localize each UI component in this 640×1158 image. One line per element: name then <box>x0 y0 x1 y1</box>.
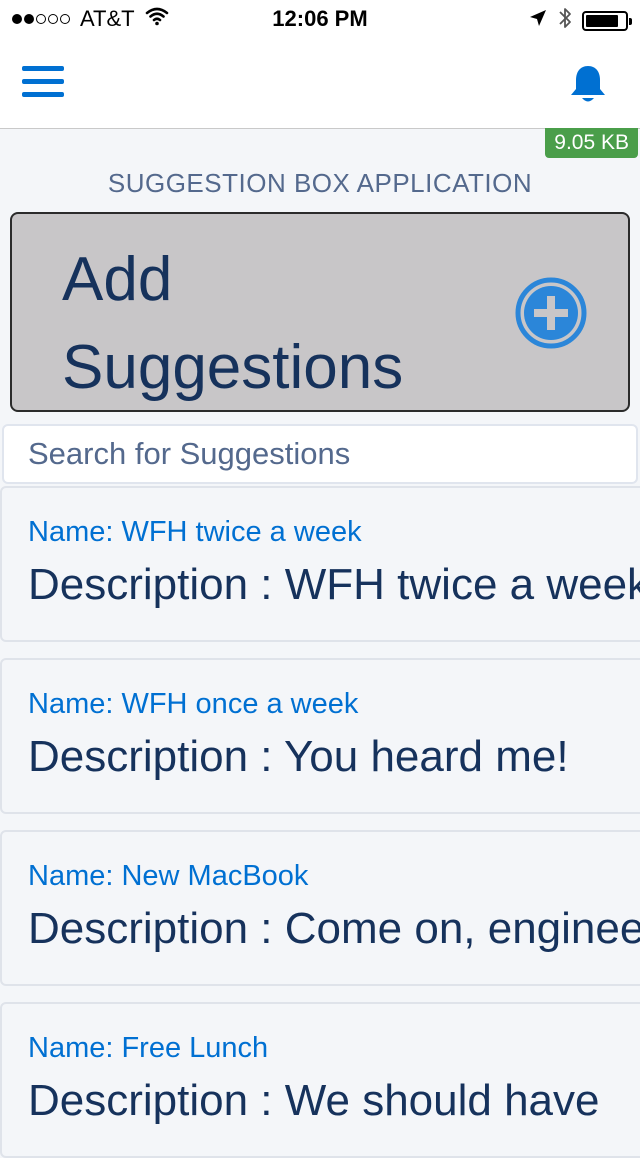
suggestion-card[interactable]: Name: Free Lunch Description : We should… <box>0 1002 640 1158</box>
battery-level <box>586 14 618 27</box>
search-input[interactable] <box>2 424 638 484</box>
plus-circle-icon[interactable] <box>514 276 588 355</box>
suggestion-description: Description : We should have <box>28 1076 600 1125</box>
suggestion-description: Description : You heard me! <box>28 732 569 781</box>
suggestion-card[interactable]: Name: WFH twice a week Description : WFH… <box>0 486 640 642</box>
add-suggestions-label: Add Suggestions <box>62 245 404 402</box>
menu-line <box>22 79 64 84</box>
menu-line <box>22 66 64 71</box>
suggestion-card[interactable]: Name: New MacBook Description : Come on,… <box>0 830 640 986</box>
suggestion-description: Description : Come on, engineers <box>28 904 640 953</box>
suggestion-name: Name: New MacBook <box>28 860 309 892</box>
add-suggestions-button[interactable]: Add Suggestions <box>10 212 630 412</box>
suggestion-name: Name: WFH twice a week <box>28 516 362 548</box>
menu-line <box>22 92 64 97</box>
size-badge: 9.05 KB <box>545 128 638 158</box>
suggestion-name: Name: WFH once a week <box>28 688 359 720</box>
status-bar-right <box>528 6 632 35</box>
bluetooth-icon <box>558 6 572 35</box>
battery-icon <box>582 10 632 31</box>
battery-tip <box>629 17 632 25</box>
hamburger-menu-icon[interactable] <box>22 66 64 102</box>
nav-bar <box>0 40 640 129</box>
suggestion-name: Name: Free Lunch <box>28 1032 269 1064</box>
app-title: SUGGESTION BOX APPLICATION <box>107 168 533 198</box>
bell-icon[interactable] <box>566 62 610 111</box>
status-bar: AT&T 12:06 PM <box>0 0 640 40</box>
suggestion-description: Description : WFH twice a week <box>28 560 640 609</box>
location-arrow-icon <box>528 8 548 33</box>
suggestion-card[interactable]: Name: WFH once a week Description : You … <box>0 658 640 814</box>
